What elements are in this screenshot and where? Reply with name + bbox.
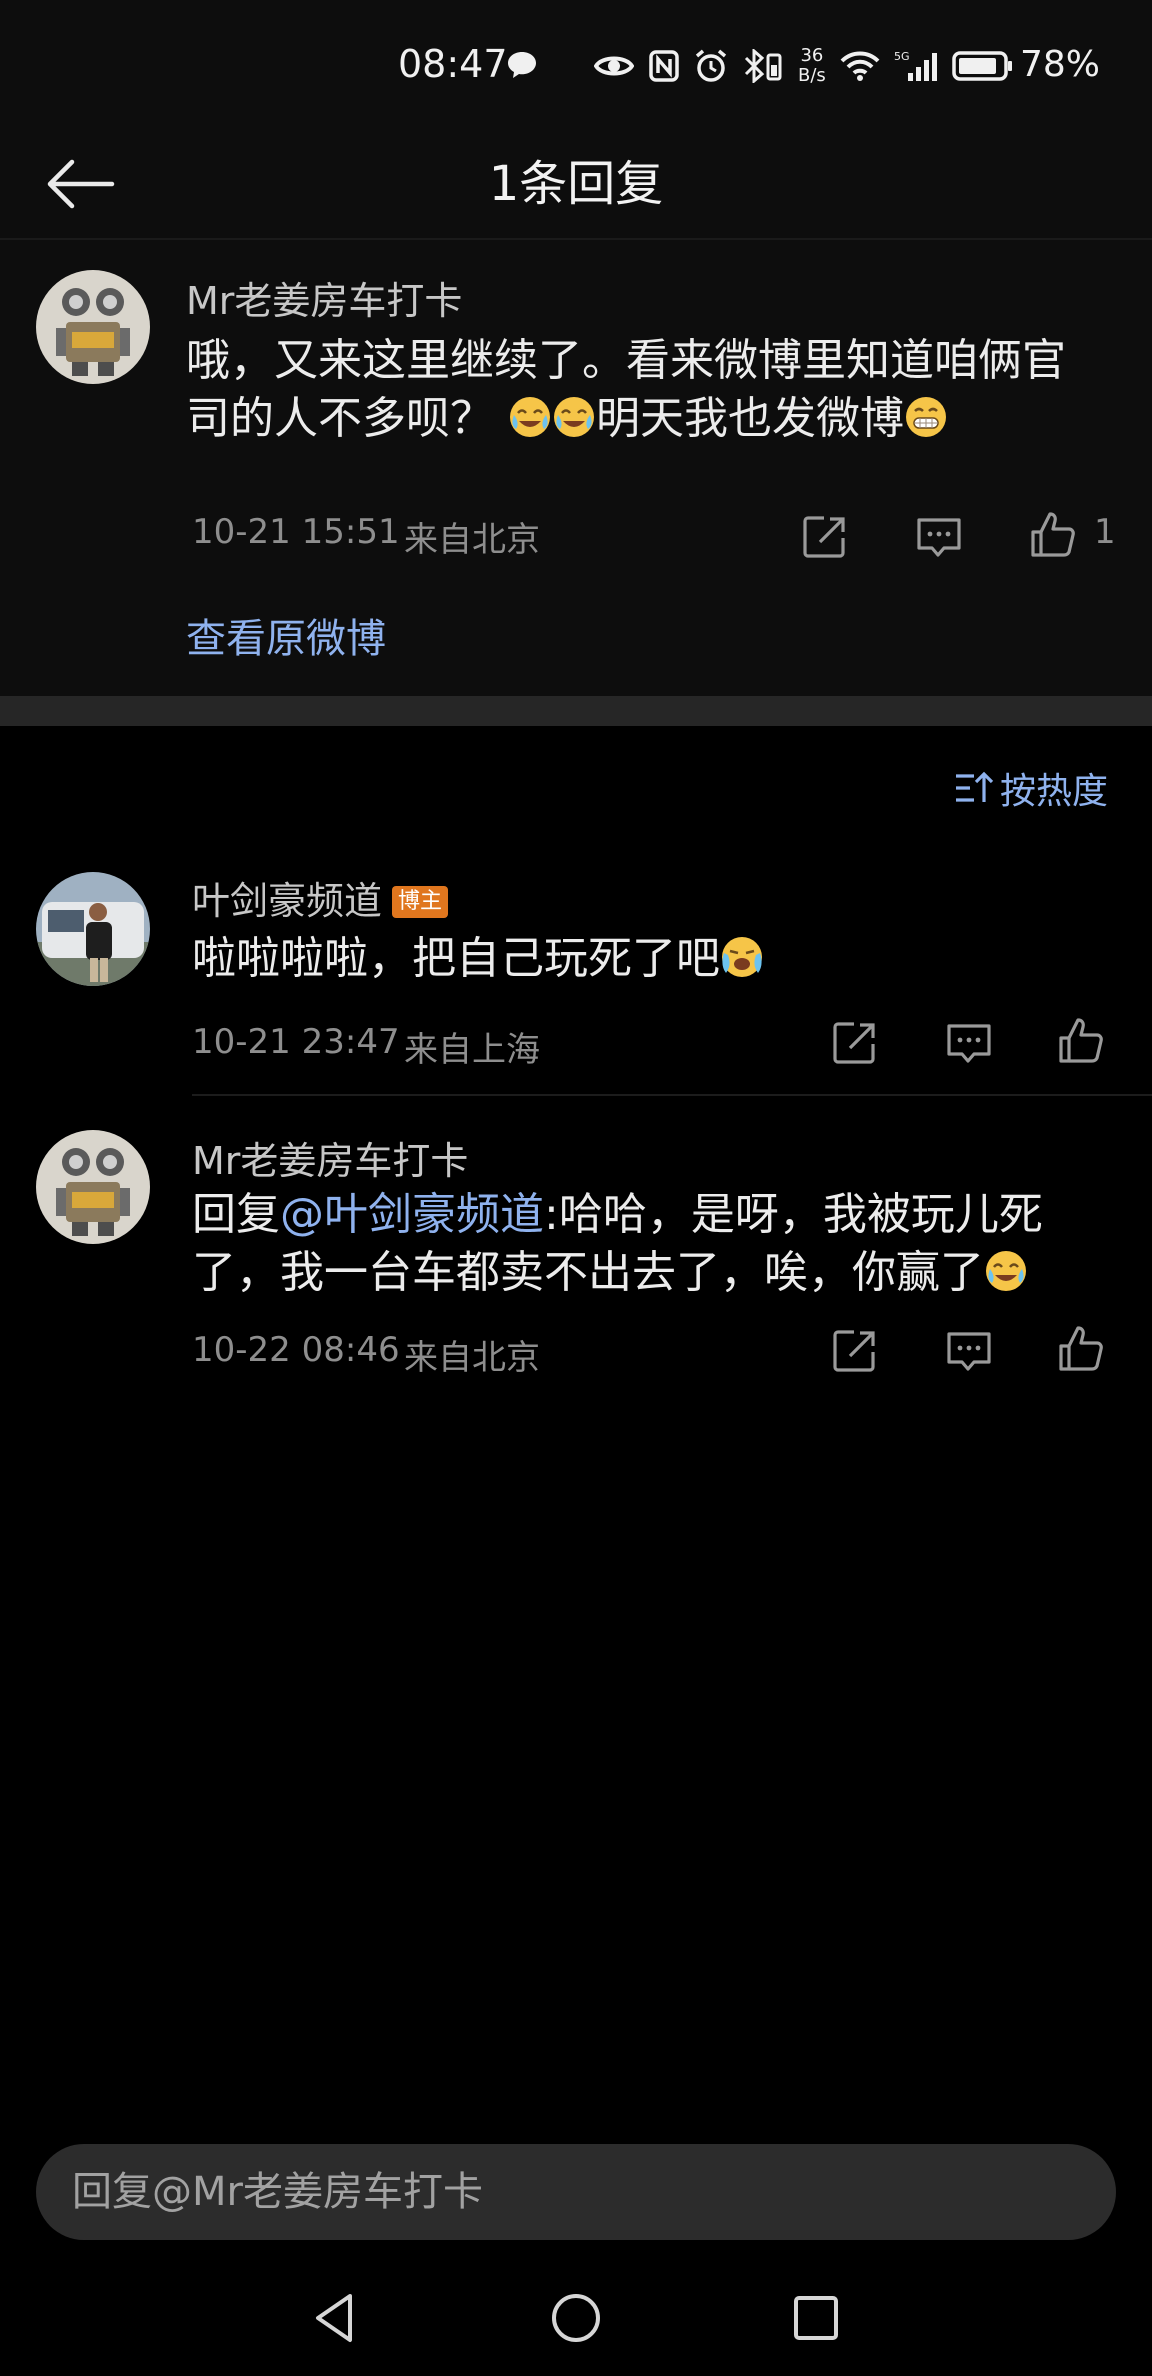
reply-text: 啦啦啦啦，把自己玩死了吧 [192,930,1092,988]
message-bubble-icon [508,52,536,78]
system-nav-bar [0,2260,1152,2376]
network-speed-unit: B/s [798,65,826,86]
status-bar: 08:47 36 B/s 5G 78% [0,0,1152,130]
reply-text: 回复@叶剑豪频道:哈哈，是呀，我被玩儿死了，我一台车都卖不出去了，唉，你赢了 [192,1186,1082,1302]
robot-avatar-image [36,1130,150,1244]
share-icon[interactable] [830,1326,880,1376]
bluetooth-battery-icon [744,49,782,83]
reply-username-row: 叶剑豪频道 博主 [192,870,449,925]
comment-location: 来自北京 [404,520,540,560]
avatar[interactable] [36,872,150,986]
nfc-icon [649,50,679,82]
reply-username[interactable]: 叶剑豪频道 [192,879,382,923]
reply-divider [192,1094,1152,1096]
reply-location: 来自上海 [404,1030,540,1070]
reply-username[interactable]: Mr老姜房车打卡 [192,1130,468,1185]
thumbs-up-icon[interactable] [1028,510,1078,560]
page-header: 1条回复 [0,130,1152,240]
screaming-crying-emoji [722,937,762,977]
comment-username[interactable]: Mr老姜房车打卡 [186,270,462,325]
cellular-signal-icon: 5G [894,50,937,81]
nav-home-icon[interactable] [546,2288,606,2348]
sort-toggle[interactable]: 按热度 [954,762,1108,814]
view-original-link[interactable]: 查看原微博 [186,606,386,664]
nav-back-icon[interactable] [306,2288,366,2348]
battery-icon [952,51,1012,81]
comment-text: 哦，又来这里继续了。看来微博里知道咱俩官司的人不多呗？ 明天我也发微博 [186,332,1106,448]
grinning-teeth-emoji [906,397,946,437]
original-comment-card: Mr老姜房车打卡 哦，又来这里继续了。看来微博里知道咱俩官司的人不多呗？ 明天我… [0,240,1152,696]
mention-link[interactable]: @叶剑豪频道 [280,1189,544,1240]
robot-avatar-image [36,270,150,384]
section-divider [0,696,1152,726]
eye-icon [594,56,634,76]
network-speed: 36 B/s [798,46,826,86]
comment-body-tail: 明天我也发微博 [596,393,904,444]
reply-timestamp: 10-21 23:47 [192,1022,400,1062]
sort-label: 按热度 [1000,771,1109,812]
network-speed-value: 36 [800,45,824,66]
sort-icon [956,771,994,802]
comment-icon[interactable] [914,512,964,562]
laughing-tears-emoji [554,397,594,437]
reply-timestamp: 10-22 08:46 [192,1330,400,1370]
laughing-tears-emoji [510,397,550,437]
laughing-tears-emoji [986,1251,1026,1291]
svg-text:5G: 5G [894,50,910,63]
comment-timestamp: 10-21 15:51 [192,512,400,552]
share-icon[interactable] [830,1018,880,1068]
user-photo-avatar-image [36,872,150,986]
reply-input[interactable]: 回复@Mr老姜房车打卡 [36,2144,1116,2240]
share-icon[interactable] [800,512,850,562]
avatar[interactable] [36,1130,150,1244]
status-time: 08:47 [398,42,508,86]
thumbs-up-icon[interactable] [1056,1324,1106,1374]
avatar[interactable] [36,270,150,384]
wifi-icon [840,51,880,81]
thumbs-up-icon[interactable] [1056,1016,1106,1066]
reply-location: 来自北京 [404,1338,540,1378]
alarm-icon [695,49,727,82]
like-count: 1 [1094,512,1116,552]
blogger-badge: 博主 [392,886,449,918]
reply-input-placeholder: 回复@Mr老姜房车打卡 [72,2169,483,2215]
reply-body: 啦啦啦啦，把自己玩死了吧 [192,933,720,984]
comment-icon[interactable] [944,1018,994,1068]
reply-prefix: 回复 [192,1189,280,1240]
battery-percentage: 78% [1020,44,1101,85]
page-title: 1条回复 [488,156,664,212]
status-icons: 36 B/s 5G [594,44,1014,88]
nav-recents-icon[interactable] [786,2288,846,2348]
comment-icon[interactable] [944,1326,994,1376]
